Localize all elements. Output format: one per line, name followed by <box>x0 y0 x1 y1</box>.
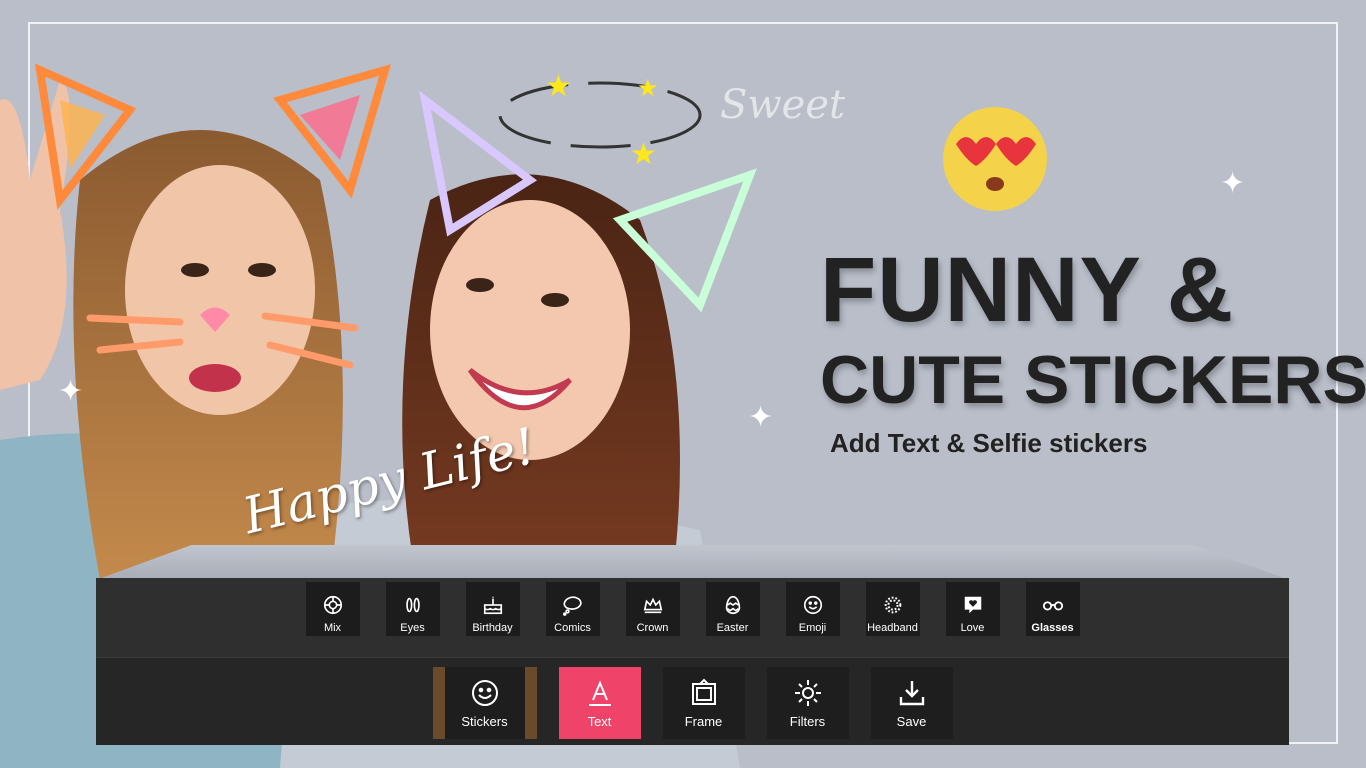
tool-label: Stickers <box>461 713 508 729</box>
tool-label: Save <box>896 713 927 729</box>
category-emoji[interactable]: Emoji <box>785 582 840 636</box>
tool-text-button[interactable]: Text <box>558 667 641 739</box>
svg-text:★: ★ <box>637 75 659 102</box>
tool-label: Frame <box>684 713 723 729</box>
category-label: Glasses <box>1031 622 1074 634</box>
sweet-sticker-text: Sweet <box>720 82 846 128</box>
eyes-icon <box>405 597 420 613</box>
category-label: Crown <box>636 622 669 634</box>
glasses-icon <box>1042 601 1063 611</box>
category-label: Headband <box>867 622 918 634</box>
headline-line2: CUTE STICKERS <box>820 342 1366 418</box>
category-label: Love <box>960 622 985 634</box>
svg-text:★: ★ <box>630 138 657 171</box>
editor-toolbar: Mix Eyes Birthday Comics Crown Easter Em… <box>96 578 1289 745</box>
tool-filters-button[interactable]: Filters <box>766 667 849 739</box>
headline-line1: FUNNY & <box>820 239 1235 341</box>
headline: FUNNY & CUTE STICKERS Add Text & Selfie … <box>820 240 1366 459</box>
category-love[interactable]: Love <box>945 582 1000 636</box>
category-easter[interactable]: Easter <box>705 582 760 636</box>
tool-frame-button[interactable]: Frame <box>662 667 745 739</box>
heart-eyes-emoji-icon <box>943 107 1047 211</box>
category-label: Birthday <box>472 622 513 634</box>
category-label: Eyes <box>400 622 425 634</box>
svg-text:★: ★ <box>545 70 572 103</box>
mix-icon <box>323 595 342 615</box>
frame-icon <box>691 678 716 705</box>
sticker-category-bar: Mix Eyes Birthday Comics Crown Easter Em… <box>96 578 1289 657</box>
tool-label: Text <box>587 713 612 729</box>
speech-bubble-icon <box>562 596 582 616</box>
category-birthday[interactable]: Birthday <box>465 582 520 636</box>
category-headband[interactable]: Headband <box>865 582 920 636</box>
sun-icon <box>794 679 821 706</box>
headline-subtitle: Add Text & Selfie stickers <box>830 428 1148 458</box>
heart-bubble-icon <box>964 596 981 614</box>
text-icon <box>588 679 611 706</box>
category-eyes[interactable]: Eyes <box>385 582 440 636</box>
category-label: Mix <box>323 622 342 634</box>
download-icon <box>899 680 924 705</box>
sparkle-icon: ✦ <box>748 401 774 434</box>
sparkle-icon: ✦ <box>58 375 84 408</box>
tool-label: Filters <box>789 713 826 729</box>
category-mix[interactable]: Mix <box>305 582 360 636</box>
smiley-icon <box>803 595 822 615</box>
sparkle-icon: ✦ <box>1220 167 1246 200</box>
category-crown[interactable]: Crown <box>625 582 680 636</box>
tool-save-button[interactable]: Save <box>870 667 953 739</box>
cake-icon <box>483 596 502 615</box>
category-comics[interactable]: Comics <box>545 582 600 636</box>
crown-icon <box>643 597 662 614</box>
category-glasses[interactable]: Glasses <box>1025 582 1080 636</box>
tool-stickers-button[interactable]: Stickers <box>432 667 537 739</box>
egg-icon <box>725 595 740 615</box>
category-label: Easter <box>716 622 749 634</box>
tool-bar: Stickers Text Frame Filters Save <box>96 657 1289 745</box>
smiley-icon <box>471 679 498 706</box>
wreath-icon <box>884 596 901 614</box>
category-label: Comics <box>554 622 591 634</box>
category-label: Emoji <box>798 622 827 634</box>
toolbar-shelf <box>96 545 1289 580</box>
